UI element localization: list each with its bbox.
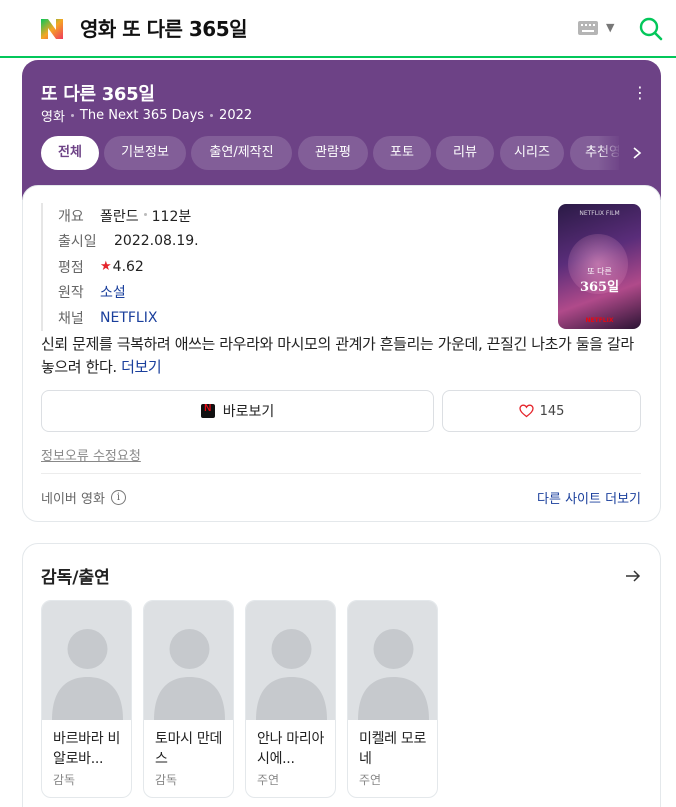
original-work-link[interactable]: 소설 [100,282,126,302]
info-label: 원작 [58,285,84,302]
info-row-original: 원작 소설 [58,280,199,306]
tab-bar: 전체 기본정보 출연/제작진 관람평 포토 리뷰 시리즈 추천영화 [41,136,619,170]
info-label: 개요 [58,208,84,225]
cast-item[interactable]: 미켈레 모로네 주연 [347,600,438,798]
cast-name: 바르바라 비알로바... [53,731,121,767]
more-link[interactable]: 더보기 [121,358,162,376]
cast-item[interactable]: 토마시 만데스 감독 [143,600,234,798]
poster-title-big: 365일 [579,280,620,295]
cast-role: 주연 [359,773,382,787]
naver-n-logo-icon[interactable] [38,16,66,42]
chevron-down-icon[interactable]: ▼ [606,21,614,34]
poster-brand: NETFLIX [585,317,614,324]
heart-icon [518,404,534,418]
more-options-icon[interactable]: ⋮ [630,83,650,103]
synopsis: 신뢰 문제를 극복하려 애쓰는 라우라와 마시모의 관계가 흔들리는 가운데, … [41,333,641,379]
movie-year: 2022 [219,108,253,123]
tab-review[interactable]: 리뷰 [436,136,494,170]
chevron-right-icon[interactable] [630,146,644,160]
tab-cast-crew[interactable]: 출연/제작진 [191,136,292,170]
cast-name: 미켈레 모로네 [359,731,427,767]
runtime-value: 112분 [151,208,192,225]
cast-section-title: 감독/출연 [41,568,110,588]
report-error-link[interactable]: 정보오류 수정요청 [41,445,141,464]
channel-link[interactable]: NETFLIX [100,310,157,326]
movie-title: 또 다른 365일 [41,84,155,105]
movie-subline: 영화 The Next 365 Days 2022 [41,106,252,125]
rating-value: 4.62 [112,258,144,275]
movie-original-title: The Next 365 Days [79,108,205,123]
keyboard-icon[interactable] [578,21,598,35]
info-row-overview: 개요 폴란드 112분 [58,203,199,229]
info-row-release: 출시일 2022.08.19. [58,229,199,255]
release-date-value: 2022.08.19. [114,233,199,250]
cast-role: 감독 [155,773,178,787]
cast-name: 안나 마리아 시에... [257,731,325,767]
tab-series[interactable]: 시리즈 [500,136,564,170]
cast-role: 감독 [53,773,76,787]
info-list: 개요 폴란드 112분 출시일 2022.08.19. 평점 ★ 4.62 원작… [41,203,199,331]
watch-now-button[interactable]: 바로보기 [41,390,434,432]
cast-item[interactable]: 바르바라 비알로바... 감독 [41,600,132,798]
tab-photo[interactable]: 포토 [373,136,431,170]
avatar-placeholder-icon [348,601,437,720]
cast-item[interactable]: 안나 마리아 시에... 주연 [245,600,336,798]
other-sites-link[interactable]: 다른 사이트 더보기 [537,488,641,507]
movie-genre: 영화 [41,110,65,125]
like-button[interactable]: 145 [442,390,641,432]
cast-role: 주연 [257,773,280,787]
tab-basic-info[interactable]: 기본정보 [104,136,186,170]
search-header: 영화 또 다른 365일 ▼ [0,0,676,58]
movie-poster[interactable]: NETFLIX FILM 또 다른 365일 NETFLIX [558,204,641,329]
star-icon: ★ [100,259,112,275]
watch-now-label: 바로보기 [222,404,275,420]
search-query[interactable]: 영화 또 다른 365일 [80,13,248,42]
avatar-placeholder-icon [246,601,335,720]
info-label: 출시일 [58,234,97,251]
cast-name: 토마시 만데스 [155,731,223,767]
avatar-placeholder-icon [42,601,131,720]
divider [41,473,641,474]
tab-reviews-audience[interactable]: 관람평 [298,136,368,170]
country-value: 폴란드 [100,208,139,225]
info-row-rating: 평점 ★ 4.62 [58,254,199,280]
arrow-right-icon[interactable] [624,567,642,585]
source-info: 네이버 영화 i [41,488,126,507]
like-count: 145 [539,403,565,419]
info-icon[interactable]: i [110,490,126,505]
avatar-placeholder-icon [144,601,233,720]
poster-top-text: NETFLIX FILM [579,210,620,217]
netflix-icon [200,403,215,418]
source-label: 네이버 영화 [41,492,105,507]
search-icon[interactable] [638,16,664,42]
info-label: 평점 [58,259,84,276]
info-row-channel: 채널 NETFLIX [58,305,199,331]
info-label: 채널 [58,310,84,327]
tab-all[interactable]: 전체 [41,136,99,170]
